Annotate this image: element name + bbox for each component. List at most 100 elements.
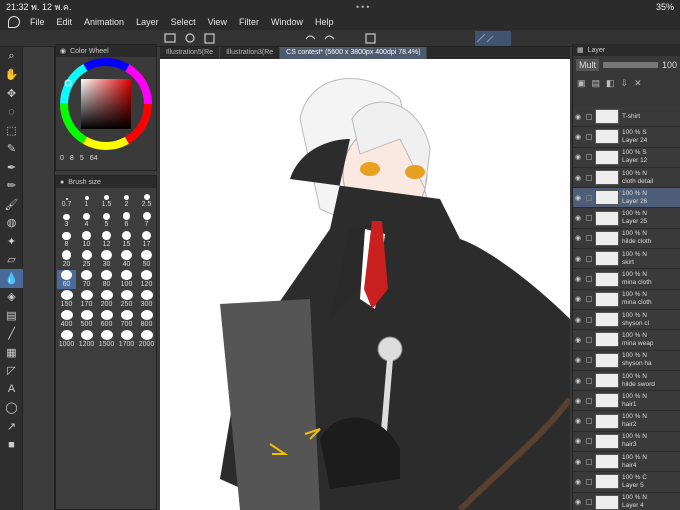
layer-row[interactable]: ◉ 100 % N Layer 4 bbox=[573, 493, 680, 510]
visibility-eye-icon[interactable]: ◉ bbox=[573, 316, 583, 324]
menu-edit[interactable]: Edit bbox=[57, 17, 73, 27]
menu-filter[interactable]: Filter bbox=[239, 17, 259, 27]
visibility-eye-icon[interactable]: ◉ bbox=[573, 255, 583, 263]
layer-checkbox[interactable] bbox=[586, 316, 592, 323]
brush-size-option[interactable]: 2 bbox=[117, 190, 136, 209]
visibility-eye-icon[interactable]: ◉ bbox=[573, 478, 583, 486]
brush-size-option[interactable]: 7 bbox=[137, 210, 156, 229]
visibility-eye-icon[interactable]: ◉ bbox=[573, 397, 583, 405]
tab-illustration3[interactable]: Illustration3(Re bbox=[220, 47, 281, 59]
folder-icon[interactable]: ▤ bbox=[592, 78, 601, 89]
brush-size-option[interactable]: 2.5 bbox=[137, 190, 156, 209]
brush-size-option[interactable]: 800 bbox=[137, 310, 156, 329]
move-icon[interactable]: ✥ bbox=[0, 84, 23, 103]
layer-row[interactable]: ◉ 100 % Nhair2 bbox=[573, 411, 680, 432]
layer-checkbox[interactable] bbox=[586, 255, 592, 262]
brush-size-option[interactable]: 100 bbox=[117, 270, 136, 289]
brush-size-option[interactable]: 20 bbox=[57, 250, 76, 269]
app-logo-icon[interactable] bbox=[8, 15, 20, 28]
layer-checkbox[interactable] bbox=[586, 377, 592, 384]
brush-size-option[interactable]: 1000 bbox=[57, 330, 76, 349]
layer-checkbox[interactable] bbox=[586, 478, 592, 485]
new-layer-icon[interactable]: ▣ bbox=[577, 78, 586, 89]
merge-icon[interactable]: ⇩ bbox=[621, 78, 629, 89]
brush-size-option[interactable]: 12 bbox=[97, 230, 116, 249]
eyedropper-icon[interactable]: ✎ bbox=[0, 140, 23, 159]
drawing-canvas[interactable] bbox=[160, 59, 570, 510]
gradient-icon[interactable]: ▤ bbox=[0, 306, 23, 325]
brush-size-option[interactable]: 80 bbox=[97, 270, 116, 289]
brush-size-option[interactable]: 1.5 bbox=[97, 190, 116, 209]
brush-size-option[interactable]: 6 bbox=[117, 210, 136, 229]
menu-view[interactable]: View bbox=[208, 17, 227, 27]
brush-size-option[interactable]: 170 bbox=[77, 290, 96, 309]
layer-row[interactable]: ◉ 100 % Ncloth detail bbox=[573, 168, 680, 189]
brush-size-option[interactable]: 8 bbox=[57, 230, 76, 249]
layer-row[interactable]: ◉ 100 % Nmina cloth bbox=[573, 269, 680, 290]
delete-layer-icon[interactable]: ✕ bbox=[634, 78, 642, 89]
opacity-slider[interactable] bbox=[603, 62, 658, 68]
brush-size-option[interactable]: 0.7 bbox=[57, 190, 76, 209]
airbrush-icon[interactable]: ◍ bbox=[0, 214, 23, 233]
layer-row[interactable]: ◉ 100 % Nhair3 bbox=[573, 432, 680, 453]
lasso-icon[interactable]: ◌ bbox=[0, 103, 23, 122]
brush-size-option[interactable]: 200 bbox=[97, 290, 116, 309]
brush-size-option[interactable]: 1500 bbox=[97, 330, 116, 349]
menu-select[interactable]: Select bbox=[171, 17, 196, 27]
visibility-eye-icon[interactable]: ◉ bbox=[573, 498, 583, 506]
layer-row[interactable]: ◉ 100 % S Layer 24 bbox=[573, 127, 680, 148]
brush-size-option[interactable]: 40 bbox=[117, 250, 136, 269]
visibility-eye-icon[interactable]: ◉ bbox=[573, 113, 583, 121]
eraser-icon[interactable]: ▱ bbox=[0, 251, 23, 270]
layer-row[interactable]: ◉ 100 % Nmina weap bbox=[573, 330, 680, 351]
color-wheel[interactable] bbox=[56, 57, 156, 153]
layer-row[interactable]: ◉ 100 % C Layer 5 bbox=[573, 472, 680, 493]
visibility-eye-icon[interactable]: ◉ bbox=[573, 458, 583, 466]
brush-size-option[interactable]: 5 bbox=[97, 210, 116, 229]
fill-icon[interactable]: ◈ bbox=[0, 288, 23, 307]
menu-help[interactable]: Help bbox=[315, 17, 334, 27]
visibility-eye-icon[interactable]: ◉ bbox=[573, 133, 583, 141]
layer-row[interactable]: ◉ 100 % S Layer 12 bbox=[573, 148, 680, 168]
layer-checkbox[interactable] bbox=[586, 458, 592, 465]
color-swatch-icon[interactable]: ■ bbox=[0, 436, 23, 455]
text-icon[interactable]: A bbox=[0, 380, 23, 399]
correct-line-icon[interactable]: ↗ bbox=[0, 417, 23, 436]
layer-checkbox[interactable] bbox=[586, 438, 592, 445]
frame-icon[interactable]: ▦ bbox=[0, 343, 23, 362]
mask-icon[interactable]: ◧ bbox=[606, 78, 615, 89]
brush-icon[interactable]: 🖌 bbox=[0, 195, 23, 214]
visibility-eye-icon[interactable]: ◉ bbox=[573, 417, 583, 425]
layer-checkbox[interactable] bbox=[586, 296, 592, 303]
pen-icon[interactable]: ✒ bbox=[0, 158, 23, 177]
menu-layer[interactable]: Layer bbox=[136, 17, 159, 27]
brush-size-option[interactable]: 15 bbox=[117, 230, 136, 249]
layer-row[interactable]: ◉ 100 % Nmina cloth bbox=[573, 290, 680, 310]
brush-size-option[interactable]: 300 bbox=[137, 290, 156, 309]
brush-size-option[interactable]: 50 bbox=[137, 250, 156, 269]
pencil-icon[interactable]: ✏ bbox=[0, 177, 23, 196]
brush-size-option[interactable]: 400 bbox=[57, 310, 76, 329]
layer-checkbox[interactable] bbox=[586, 418, 592, 425]
visibility-eye-icon[interactable]: ◉ bbox=[573, 234, 583, 242]
brush-size-option[interactable]: 17 bbox=[137, 230, 156, 249]
brush-size-option[interactable]: 1700 bbox=[117, 330, 136, 349]
layer-row[interactable]: ◉ 100 % Nskirt bbox=[573, 249, 680, 270]
brush-size-option[interactable]: 250 bbox=[117, 290, 136, 309]
tab-cs-contest[interactable]: CS contest* (5600 x 3800px 400dpi 78.4%) bbox=[280, 47, 428, 59]
visibility-eye-icon[interactable]: ◉ bbox=[573, 275, 583, 283]
brush-size-option[interactable]: 1200 bbox=[77, 330, 96, 349]
brush-size-option[interactable]: 4 bbox=[77, 210, 96, 229]
menu-animation[interactable]: Animation bbox=[84, 17, 124, 27]
zoom-icon[interactable]: ⌕ bbox=[0, 47, 23, 66]
hand-icon[interactable]: ✋ bbox=[0, 66, 23, 85]
layer-checkbox[interactable] bbox=[586, 215, 592, 222]
visibility-eye-icon[interactable]: ◉ bbox=[573, 214, 583, 222]
layer-row[interactable]: ◉ 100 % N Layer 26 bbox=[573, 188, 680, 209]
brush-size-option[interactable]: 600 bbox=[97, 310, 116, 329]
visibility-eye-icon[interactable]: ◉ bbox=[573, 174, 583, 182]
layer-row[interactable]: ◉ 100 % Nshyson ha bbox=[573, 351, 680, 371]
decoration-icon[interactable]: ✦ bbox=[0, 232, 23, 251]
layer-checkbox[interactable] bbox=[586, 336, 592, 343]
layer-checkbox[interactable] bbox=[586, 113, 592, 120]
